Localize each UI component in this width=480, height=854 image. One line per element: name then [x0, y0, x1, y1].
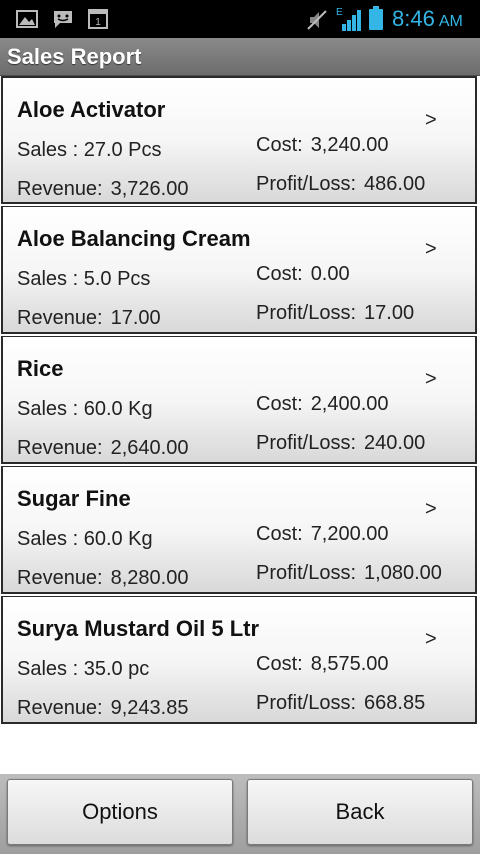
- report-item[interactable]: Rice > Sales : 60.0 Kg Revenue: 2,640.00 …: [1, 336, 477, 464]
- profit-loss-label: Profit/Loss:: [256, 302, 357, 324]
- calendar-day: 1: [95, 17, 101, 28]
- status-clock: 8:46 AM: [392, 6, 463, 32]
- profit-loss-value: 486.00: [364, 173, 426, 195]
- profit-loss-label: Profit/Loss:: [256, 432, 357, 454]
- revenue: Revenue: 3,726.00: [17, 178, 188, 201]
- revenue-label: Revenue:: [17, 567, 103, 589]
- report-item[interactable]: Aloe Balancing Cream > Sales : 5.0 Pcs R…: [1, 206, 477, 334]
- cost-value: 0.00: [310, 263, 350, 285]
- product-name: Aloe Activator: [17, 97, 166, 122]
- cost-label: Cost:: [256, 393, 303, 415]
- sales-value: 35.0 pc: [83, 658, 150, 680]
- cost: Cost: 0.00: [256, 263, 350, 286]
- profit-loss: Profit/Loss: 17.00: [256, 302, 414, 325]
- network-type: E: [336, 7, 343, 18]
- sales-value: 5.0 Pcs: [83, 268, 151, 290]
- revenue-value: 2,640.00: [110, 437, 189, 459]
- mute-icon: [306, 9, 328, 31]
- message-icon: [52, 9, 74, 29]
- revenue: Revenue: 17.00: [17, 307, 161, 330]
- product-name: Rice: [17, 356, 64, 381]
- revenue-label: Revenue:: [17, 437, 103, 459]
- cost-value: 8,575.00: [310, 653, 389, 675]
- bottom-button-bar: Options Back: [0, 774, 480, 854]
- sales-label: Sales :: [17, 658, 84, 680]
- options-button[interactable]: Options: [7, 779, 233, 845]
- cost: Cost: 3,240.00: [256, 134, 389, 157]
- cost-value: 7,200.00: [310, 523, 389, 545]
- chevron-right-icon: >: [425, 368, 437, 390]
- cost-value: 2,400.00: [310, 393, 389, 415]
- sales-label: Sales :: [17, 398, 84, 420]
- cost-label: Cost:: [256, 134, 303, 156]
- profit-loss-value: 668.85: [364, 692, 426, 714]
- sales-value: 27.0 Pcs: [83, 139, 162, 161]
- gallery-icon: [16, 9, 38, 29]
- profit-loss-label: Profit/Loss:: [256, 692, 357, 714]
- product-name: Aloe Balancing Cream: [17, 226, 251, 251]
- sales-quantity: Sales : 5.0 Pcs: [17, 268, 150, 291]
- cost: Cost: 8,575.00: [256, 653, 389, 676]
- battery-icon: [368, 6, 384, 30]
- sales-value: 60.0 Kg: [83, 398, 153, 420]
- cost-label: Cost:: [256, 523, 303, 545]
- back-button[interactable]: Back: [247, 779, 473, 845]
- revenue-value: 9,243.85: [110, 697, 189, 719]
- chevron-right-icon: >: [425, 628, 437, 650]
- revenue-label: Revenue:: [17, 178, 103, 200]
- revenue: Revenue: 2,640.00: [17, 437, 188, 460]
- profit-loss: Profit/Loss: 1,080.00: [256, 562, 442, 585]
- chevron-right-icon: >: [425, 238, 437, 260]
- revenue: Revenue: 9,243.85: [17, 697, 188, 720]
- profit-loss-label: Profit/Loss:: [256, 562, 357, 584]
- signal-icon: E: [336, 6, 362, 32]
- title-bar: Sales Report: [0, 38, 480, 76]
- system-icons: E 8:46 AM: [280, 0, 480, 38]
- sales-label: Sales :: [17, 528, 84, 550]
- sales-quantity: Sales : 35.0 pc: [17, 658, 149, 681]
- chevron-right-icon: >: [425, 109, 437, 131]
- product-name: Surya Mustard Oil 5 Ltr: [17, 616, 260, 641]
- cost-label: Cost:: [256, 653, 303, 675]
- revenue-value: 17.00: [110, 307, 161, 329]
- profit-loss-value: 17.00: [364, 302, 415, 324]
- sales-report-list: Aloe Activator > Sales : 27.0 Pcs Revenu…: [0, 76, 480, 726]
- revenue-value: 3,726.00: [110, 178, 189, 200]
- profit-loss: Profit/Loss: 668.85: [256, 692, 425, 715]
- profit-loss-value: 1,080.00: [364, 562, 442, 584]
- revenue-value: 8,280.00: [110, 567, 189, 589]
- revenue-label: Revenue:: [17, 307, 103, 329]
- calendar-icon: 1: [88, 9, 108, 29]
- report-item[interactable]: Sugar Fine > Sales : 60.0 Kg Revenue: 8,2…: [1, 466, 477, 594]
- profit-loss: Profit/Loss: 486.00: [256, 173, 425, 196]
- profit-loss: Profit/Loss: 240.00: [256, 432, 425, 455]
- page-title: Sales Report: [7, 44, 142, 69]
- report-item[interactable]: Surya Mustard Oil 5 Ltr > Sales : 35.0 p…: [1, 596, 477, 724]
- status-bar: 1 E 8:46 AM: [0, 0, 480, 38]
- sales-quantity: Sales : 60.0 Kg: [17, 528, 153, 551]
- sales-quantity: Sales : 27.0 Pcs: [17, 139, 162, 162]
- profit-loss-value: 240.00: [364, 432, 426, 454]
- chevron-right-icon: >: [425, 498, 437, 520]
- cost: Cost: 7,200.00: [256, 523, 389, 546]
- profit-loss-label: Profit/Loss:: [256, 173, 357, 195]
- clock-ampm: AM: [438, 13, 463, 30]
- cost-value: 3,240.00: [310, 134, 389, 156]
- clock-time: 8:46: [392, 6, 435, 31]
- revenue: Revenue: 8,280.00: [17, 567, 188, 590]
- sales-label: Sales :: [17, 268, 84, 290]
- report-item[interactable]: Aloe Activator > Sales : 27.0 Pcs Revenu…: [1, 76, 477, 204]
- cost-label: Cost:: [256, 263, 303, 285]
- revenue-label: Revenue:: [17, 697, 103, 719]
- cost: Cost: 2,400.00: [256, 393, 389, 416]
- sales-quantity: Sales : 60.0 Kg: [17, 398, 153, 421]
- sales-label: Sales :: [17, 139, 84, 161]
- sales-value: 60.0 Kg: [83, 528, 153, 550]
- product-name: Sugar Fine: [17, 486, 131, 511]
